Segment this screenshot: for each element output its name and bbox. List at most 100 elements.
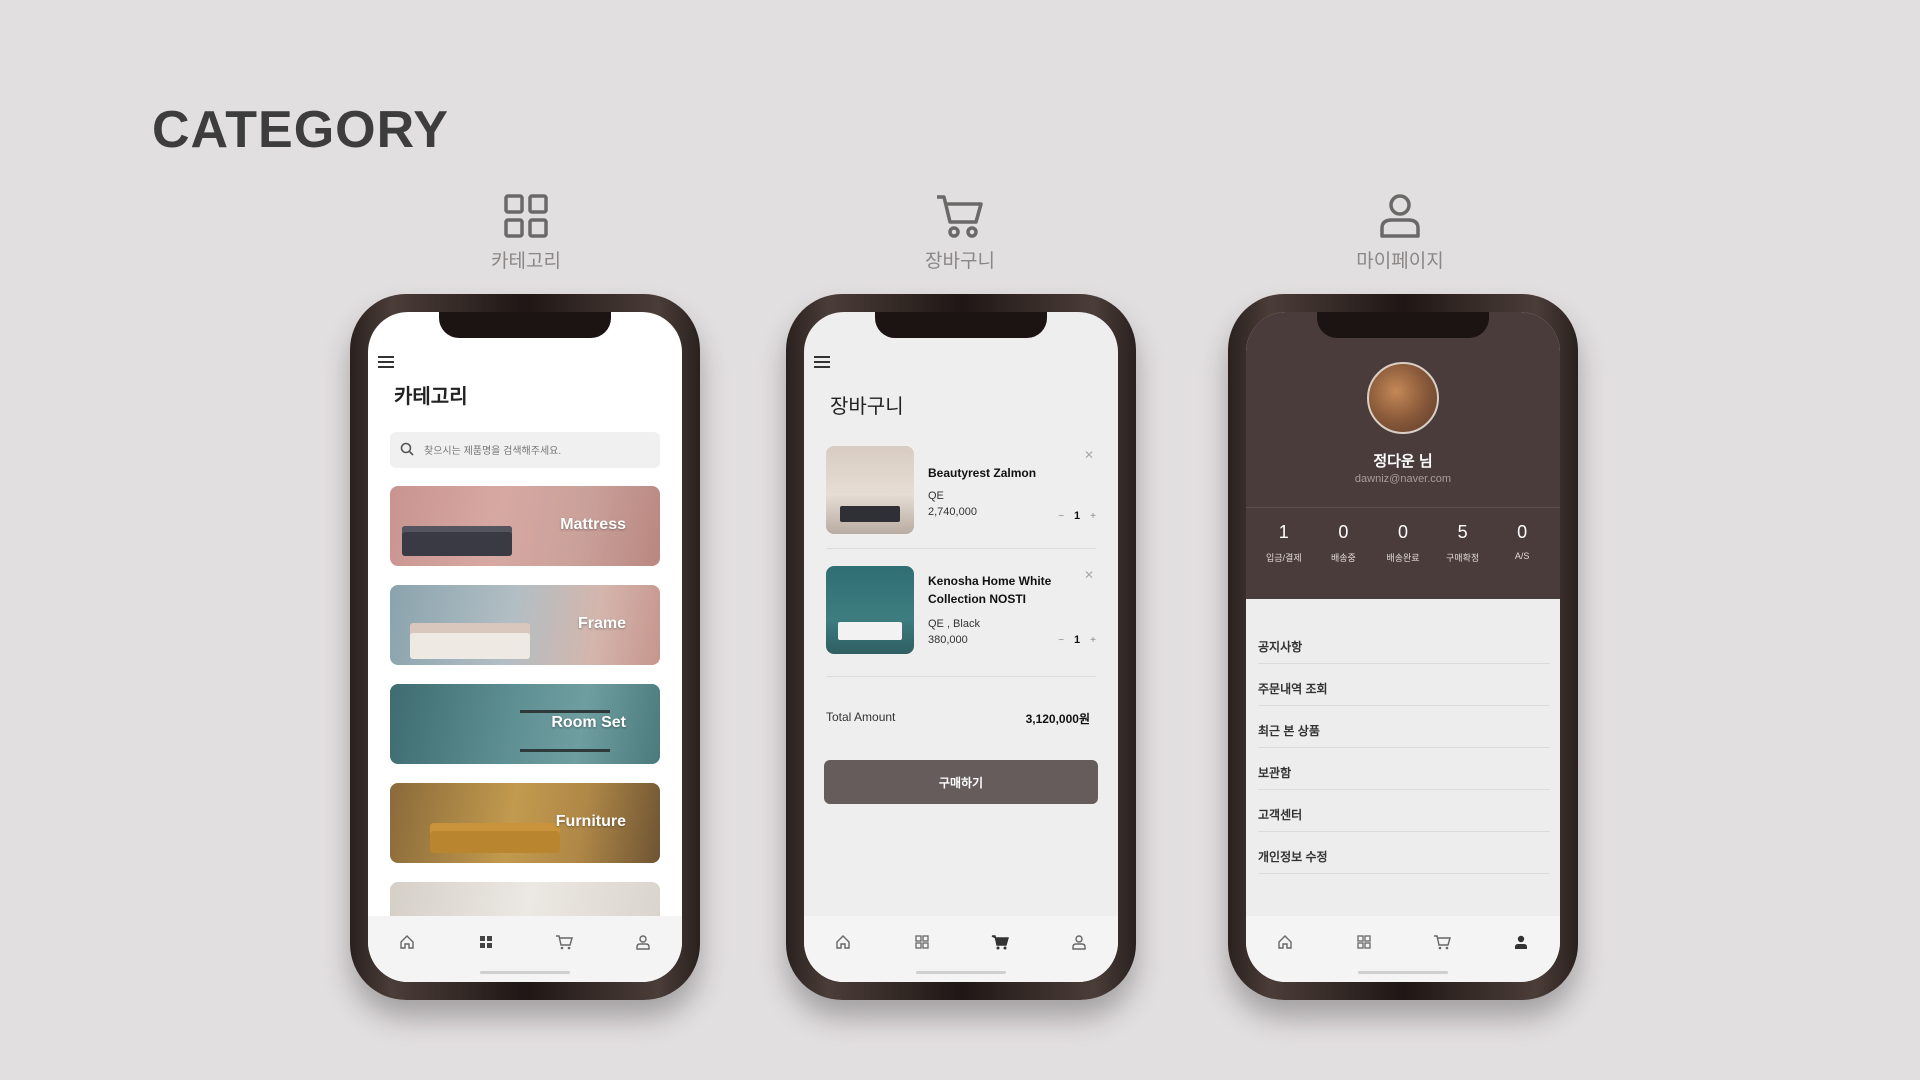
tab-category[interactable] (902, 934, 942, 955)
product-price: 2,740,000 (928, 506, 977, 518)
close-icon[interactable]: ✕ (1084, 448, 1094, 462)
product-option: QE , Black (928, 618, 980, 630)
tab-mypage[interactable] (623, 934, 663, 955)
tab-cart[interactable] (980, 934, 1020, 955)
stat-confirmed[interactable]: 5 구매확정 (1436, 522, 1490, 564)
stat-label: 입금/결제 (1265, 553, 1302, 563)
close-icon[interactable]: ✕ (1084, 568, 1094, 582)
search-input[interactable] (422, 432, 626, 470)
stat-value: 0 (1397, 522, 1408, 542)
section-label: 마이페이지 (1356, 251, 1444, 272)
home-icon (836, 935, 850, 949)
cart-icon (937, 195, 983, 238)
home-indicator (916, 971, 1006, 974)
user-icon (1514, 935, 1527, 949)
menu-item-profile-edit[interactable]: 개인정보 수정 (1258, 832, 1550, 874)
tab-category[interactable] (1344, 934, 1384, 955)
tab-cart[interactable] (544, 934, 584, 955)
stat-value: 0 (1517, 522, 1528, 542)
screen-title: 장바구니 (830, 396, 904, 418)
stat-payment[interactable]: 1 입금/결제 (1257, 522, 1311, 564)
section-label: 장바구니 (925, 251, 995, 272)
hamburger-menu-icon[interactable] (814, 356, 830, 371)
plus-button[interactable]: + (1090, 511, 1096, 522)
stat-value: 1 (1278, 522, 1289, 542)
tab-bar (1246, 916, 1560, 982)
total-row: Total Amount 3,120,000원 (826, 710, 1096, 726)
total-label: Total Amount (826, 710, 896, 724)
stat-label: 배송완료 (1386, 553, 1420, 563)
quantity-value: 1 (1074, 510, 1081, 522)
plus-button[interactable]: + (1090, 635, 1096, 646)
home-icon (400, 935, 414, 949)
product-thumbnail[interactable] (826, 566, 914, 654)
menu-item-saved[interactable]: 보관함 (1258, 748, 1550, 790)
hamburger-menu-icon[interactable] (378, 356, 394, 371)
grid-icon (1357, 935, 1371, 949)
stat-value: 5 (1457, 522, 1468, 542)
phone-mypage: 정다운 님 dawniz@naver.com 1 입금/결제 0 배송중 0 배… (1228, 294, 1578, 1000)
category-label: Frame (577, 615, 626, 632)
menu-item-orders[interactable]: 주문내역 조회 (1258, 664, 1550, 706)
section-header-cart: 장바구니 (860, 192, 1060, 273)
user-name: 정다운 님 (1373, 453, 1433, 470)
quantity-stepper: − 1 + (1058, 510, 1096, 522)
category-item-room-set[interactable]: Room Set (390, 684, 660, 764)
stat-shipping[interactable]: 0 배송중 (1316, 522, 1370, 564)
menu-item-recent[interactable]: 최근 본 상품 (1258, 706, 1550, 748)
section-header-category: 카테고리 (426, 192, 626, 273)
product-thumbnail[interactable] (826, 446, 914, 534)
tab-home[interactable] (1265, 934, 1305, 955)
category-item-frame[interactable]: Frame (390, 585, 660, 665)
stat-delivered[interactable]: 0 배송완료 (1376, 522, 1430, 564)
tab-mypage[interactable] (1059, 934, 1099, 955)
category-label: Room Set (551, 714, 626, 731)
page-title: CATEGORY (152, 101, 449, 159)
product-price: 380,000 (928, 634, 968, 646)
tab-mypage[interactable] (1501, 934, 1541, 955)
total-value: 3,120,000원 (1025, 712, 1090, 726)
search-bar (390, 432, 660, 470)
phone-notch (875, 312, 1047, 338)
stat-value: 0 (1338, 522, 1349, 542)
search-icon[interactable] (400, 442, 414, 456)
quantity-value: 1 (1074, 634, 1081, 646)
minus-button[interactable]: − (1058, 635, 1064, 646)
menu-item-notice[interactable]: 공지사항 (1258, 622, 1550, 664)
avatar[interactable] (1367, 362, 1439, 434)
cart-item: Kenosha Home White Collection NOSTI QE ,… (826, 566, 1096, 677)
stat-as[interactable]: 0 A/S (1495, 522, 1549, 564)
profile-header: 정다운 님 dawniz@naver.com 1 입금/결제 0 배송중 0 배… (1246, 312, 1560, 599)
stat-label: 배송중 (1330, 553, 1356, 563)
cart-icon (991, 935, 1010, 950)
menu-item-support[interactable]: 고객센터 (1258, 790, 1550, 832)
category-label: Mattress (560, 516, 626, 533)
category-item-mattress[interactable]: Mattress (390, 486, 660, 566)
minus-button[interactable]: − (1058, 511, 1064, 522)
user-icon (636, 935, 650, 950)
grid-icon (504, 194, 548, 238)
tab-cart[interactable] (1422, 934, 1462, 955)
category-list: Mattress Frame Room Set Furniture (390, 486, 660, 981)
stat-label: A/S (1514, 551, 1530, 561)
category-screen: 카테고리 Mattress Frame Room Set (368, 312, 682, 982)
tab-home[interactable] (823, 934, 863, 955)
user-icon (1380, 194, 1420, 238)
grid-icon (915, 935, 929, 949)
phone-category: 카테고리 Mattress Frame Room Set (350, 294, 700, 1000)
home-indicator (480, 971, 570, 974)
tab-home[interactable] (387, 934, 427, 955)
quantity-stepper: − 1 + (1058, 634, 1096, 646)
grid-icon (479, 936, 492, 948)
category-item-furniture[interactable]: Furniture (390, 783, 660, 863)
cart-icon (556, 935, 574, 950)
tab-bar (368, 916, 682, 982)
user-email: dawniz@naver.com (1354, 473, 1452, 485)
tab-bar (804, 916, 1118, 982)
tab-category[interactable] (466, 934, 506, 955)
phone-notch (1317, 312, 1489, 338)
user-icon (1072, 935, 1086, 950)
screen-title: 카테고리 (394, 386, 468, 408)
product-option: QE (928, 490, 944, 502)
buy-button[interactable]: 구매하기 (824, 760, 1098, 804)
